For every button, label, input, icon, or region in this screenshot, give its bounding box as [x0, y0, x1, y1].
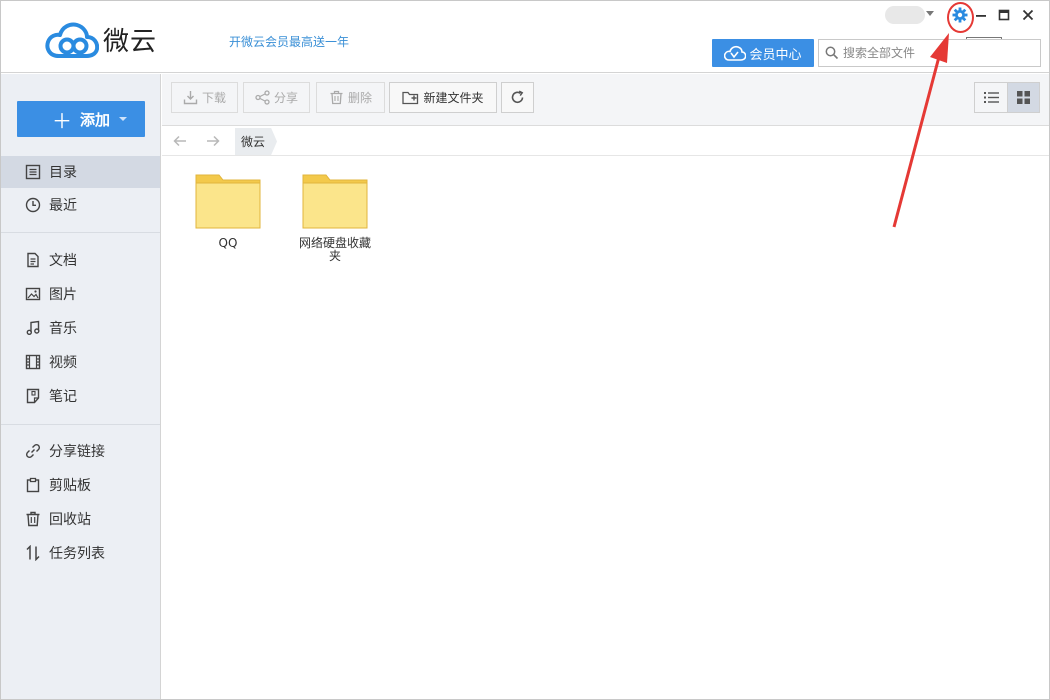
minimize-icon: [976, 15, 986, 17]
app-name: 微云: [103, 27, 158, 57]
close-icon: [1022, 9, 1034, 21]
list-view-button[interactable]: [975, 83, 1007, 112]
delete-label: 删除: [347, 91, 372, 105]
app-logo: 微云: [45, 21, 157, 58]
folder-icon: [195, 174, 261, 229]
sidebar-item-clipboard[interactable]: 剪贴板: [1, 469, 160, 501]
new-folder-label: 新建文件夹: [423, 91, 484, 105]
add-button-label: 添加: [79, 110, 110, 129]
sidebar-item-recent[interactable]: 最近: [1, 189, 160, 221]
trash-icon: [330, 90, 343, 105]
download-label: 下载: [201, 91, 226, 105]
maximize-icon: [998, 9, 1010, 21]
sidebar-item-music[interactable]: 音乐: [1, 312, 160, 344]
refresh-button[interactable]: [501, 82, 534, 113]
download-button[interactable]: 下载: [171, 82, 238, 113]
film-icon: [25, 354, 41, 370]
sidebar-item-task-list[interactable]: 任务列表: [1, 537, 160, 569]
folder-name: 网络硬盘收藏夹: [298, 236, 371, 263]
vip-center-label: 会员中心: [749, 47, 802, 63]
share-icon: [255, 90, 270, 105]
maximize-button[interactable]: [994, 5, 1014, 25]
sidebar-item-label: 文档: [49, 253, 77, 269]
sidebar-item-label: 分享链接: [49, 444, 105, 460]
clock-icon: [25, 197, 41, 213]
annotation-circle: [947, 2, 974, 33]
folder-item[interactable]: QQ: [188, 173, 268, 250]
music-icon: [26, 320, 40, 336]
share-label: 分享: [273, 91, 298, 105]
add-button[interactable]: ＋ 添加: [17, 101, 145, 137]
close-button[interactable]: [1018, 5, 1038, 25]
sidebar-item-label: 图片: [49, 287, 77, 303]
sidebar-item-video[interactable]: 视频: [1, 346, 160, 378]
sidebar-item-label: 最近: [49, 198, 77, 214]
arrow-left-icon: [173, 135, 186, 147]
download-icon: [183, 91, 198, 105]
back-button[interactable]: [170, 133, 190, 149]
sidebar-item-notes[interactable]: 笔记: [1, 380, 160, 412]
sidebar-item-label: 笔记: [49, 389, 77, 405]
search-box[interactable]: [818, 39, 1041, 67]
sidebar: ＋ 添加 目录 最近 文档 图片 音乐 视频 笔记 分享链接 剪贴板 回收站 任…: [1, 74, 161, 699]
search-input[interactable]: [843, 46, 973, 60]
share-button[interactable]: 分享: [243, 82, 310, 113]
weiyun-window: 微云 开微云会员最高送一年 会员中心 搜索全部文件 ＋ 添加 目录 最近 文档 …: [0, 0, 1050, 700]
cloud-logo-icon: [45, 22, 99, 58]
minimize-button[interactable]: [971, 5, 991, 25]
sidebar-item-catalog[interactable]: 目录: [1, 156, 160, 188]
vip-promo-link[interactable]: 开微云会员最高送一年: [229, 33, 349, 50]
search-icon: [825, 46, 839, 60]
sidebar-item-label: 音乐: [49, 321, 77, 337]
folder-name: QQ: [218, 236, 238, 250]
sidebar-item-label: 任务列表: [49, 546, 105, 562]
sidebar-divider: [1, 232, 160, 233]
new-folder-button[interactable]: 新建文件夹: [389, 82, 497, 113]
link-icon: [25, 443, 41, 459]
delete-button[interactable]: 删除: [316, 82, 385, 113]
toolbar: 下载 分享 删除 新建文件夹: [162, 74, 1049, 126]
add-dropdown-caret-icon[interactable]: [119, 117, 127, 121]
clipboard-icon: [26, 477, 40, 493]
vip-center-button[interactable]: 会员中心: [712, 39, 814, 67]
breadcrumb-bar: 微云: [162, 127, 1049, 156]
note-icon: [26, 388, 40, 404]
document-icon: [27, 252, 39, 268]
view-toggle: [974, 82, 1040, 113]
vip-cloud-icon: [724, 45, 747, 61]
sidebar-item-label: 回收站: [49, 512, 91, 528]
user-menu-caret-icon[interactable]: [926, 11, 934, 16]
user-avatar[interactable]: [885, 6, 925, 24]
new-folder-icon: [402, 91, 419, 105]
sidebar-item-share-links[interactable]: 分享链接: [1, 435, 160, 467]
sidebar-item-documents[interactable]: 文档: [1, 244, 160, 276]
forward-button[interactable]: [203, 133, 223, 149]
transfer-icon: [26, 545, 40, 561]
folder-item[interactable]: 网络硬盘收藏夹: [295, 173, 375, 263]
image-icon: [25, 287, 41, 301]
grid-view-button[interactable]: [1007, 83, 1039, 112]
breadcrumb-item-root[interactable]: 微云: [235, 128, 278, 155]
sidebar-item-recycle-bin[interactable]: 回收站: [1, 503, 160, 535]
sidebar-item-label: 目录: [49, 165, 77, 181]
list-icon: [25, 164, 41, 180]
list-view-icon: [983, 92, 999, 103]
sidebar-item-label: 视频: [49, 355, 77, 371]
plus-icon: ＋: [51, 108, 72, 133]
grid-view-icon: [1017, 91, 1030, 104]
header: 微云 开微云会员最高送一年 会员中心 搜索全部文件: [1, 1, 1049, 73]
sidebar-divider: [1, 424, 160, 425]
folder-icon: [302, 174, 368, 229]
arrow-right-icon: [207, 135, 220, 147]
sidebar-item-label: 剪贴板: [49, 478, 91, 494]
trash-icon: [26, 511, 40, 527]
refresh-icon: [511, 90, 524, 104]
sidebar-item-images[interactable]: 图片: [1, 278, 160, 310]
